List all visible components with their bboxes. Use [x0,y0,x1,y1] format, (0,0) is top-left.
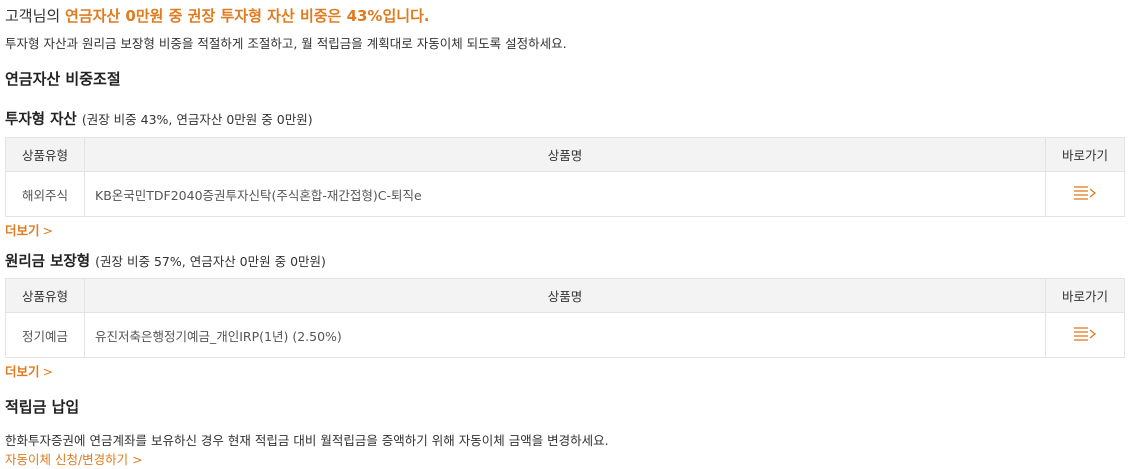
headline-highlight: 연금자산 0만원 중 권장 투자형 자산 비중은 43%입니다. [64,7,430,25]
product-type-cell: 해외주식 [5,171,85,217]
savings-title: 적립금 납입 [5,398,80,416]
table-header-row: 상품유형 상품명 바로가기 [5,137,1125,172]
rebalance-title: 연금자산 비중조절 [5,70,121,88]
table-header-row: 상품유형 상품명 바로가기 [5,278,1125,313]
more-label: 더보기 [5,223,40,238]
investment-table: 상품유형 상품명 바로가기 해외주식 KB온국민TDF2040증권투자신탁(주식… [5,137,1125,217]
header-product-type: 상품유형 [5,137,85,172]
autotransfer-link[interactable]: 자동이체 신청/변경하기 > [5,449,143,468]
more-label: 더보기 [5,364,40,379]
header-shortcut: 바로가기 [1045,137,1125,172]
table-row: 해외주식 KB온국민TDF2040증권투자신탁(주식혼합-재간접형)C-퇴직e [5,171,1125,217]
headline-prefix: 고객님의 [5,7,65,25]
header-shortcut: 바로가기 [1045,278,1125,313]
autotransfer-link-label: 자동이체 신청/변경하기 [5,452,129,467]
header-product-name: 상품명 [84,137,1046,172]
shortcut-cell [1045,171,1125,217]
investment-note: (권장 비중 43%, 연금자산 0만원 중 0만원) [81,112,313,127]
header-product-type: 상품유형 [5,278,85,313]
chevron-right-icon: > [42,364,53,379]
list-arrow-icon[interactable] [1073,326,1097,345]
shortcut-cell [1045,312,1125,358]
guaranteed-note: (권장 비중 57%, 연금자산 0만원 중 0만원) [95,254,326,269]
product-type-cell: 정기예금 [5,312,85,358]
chevron-right-icon: > [42,223,53,238]
investment-more-link[interactable]: 더보기 > [5,220,53,239]
product-name-cell: KB온국민TDF2040증권투자신탁(주식혼합-재간접형)C-퇴직e [84,171,1046,217]
product-name-cell: 유진저축은행정기예금_개인IRP(1년) (2.50%) [84,312,1046,358]
savings-description: 한화투자증권에 연금계좌를 보유하신 경우 현재 적립금 대비 월적립금을 증액… [5,433,609,448]
investment-title-text: 투자형 자산 [5,112,77,128]
chevron-right-icon: > [132,452,143,467]
guaranteed-more-link[interactable]: 더보기 > [5,361,53,380]
investment-title: 투자형 자산 (권장 비중 43%, 연금자산 0만원 중 0만원) [5,108,313,129]
header-product-name: 상품명 [84,278,1046,313]
subline: 투자형 자산과 원리금 보장형 비중을 적절하게 조절하고, 월 적립금을 계획… [5,36,567,51]
list-arrow-icon[interactable] [1073,185,1097,204]
guaranteed-table: 상품유형 상품명 바로가기 정기예금 유진저축은행정기예금_개인IRP(1년) … [5,278,1125,358]
table-row: 정기예금 유진저축은행정기예금_개인IRP(1년) (2.50%) [5,312,1125,358]
guaranteed-title-text: 원리금 보장형 [5,254,91,270]
headline: 고객님의 연금자산 0만원 중 권장 투자형 자산 비중은 43%입니다. [5,5,430,26]
guaranteed-title: 원리금 보장형 (권장 비중 57%, 연금자산 0만원 중 0만원) [5,250,326,271]
